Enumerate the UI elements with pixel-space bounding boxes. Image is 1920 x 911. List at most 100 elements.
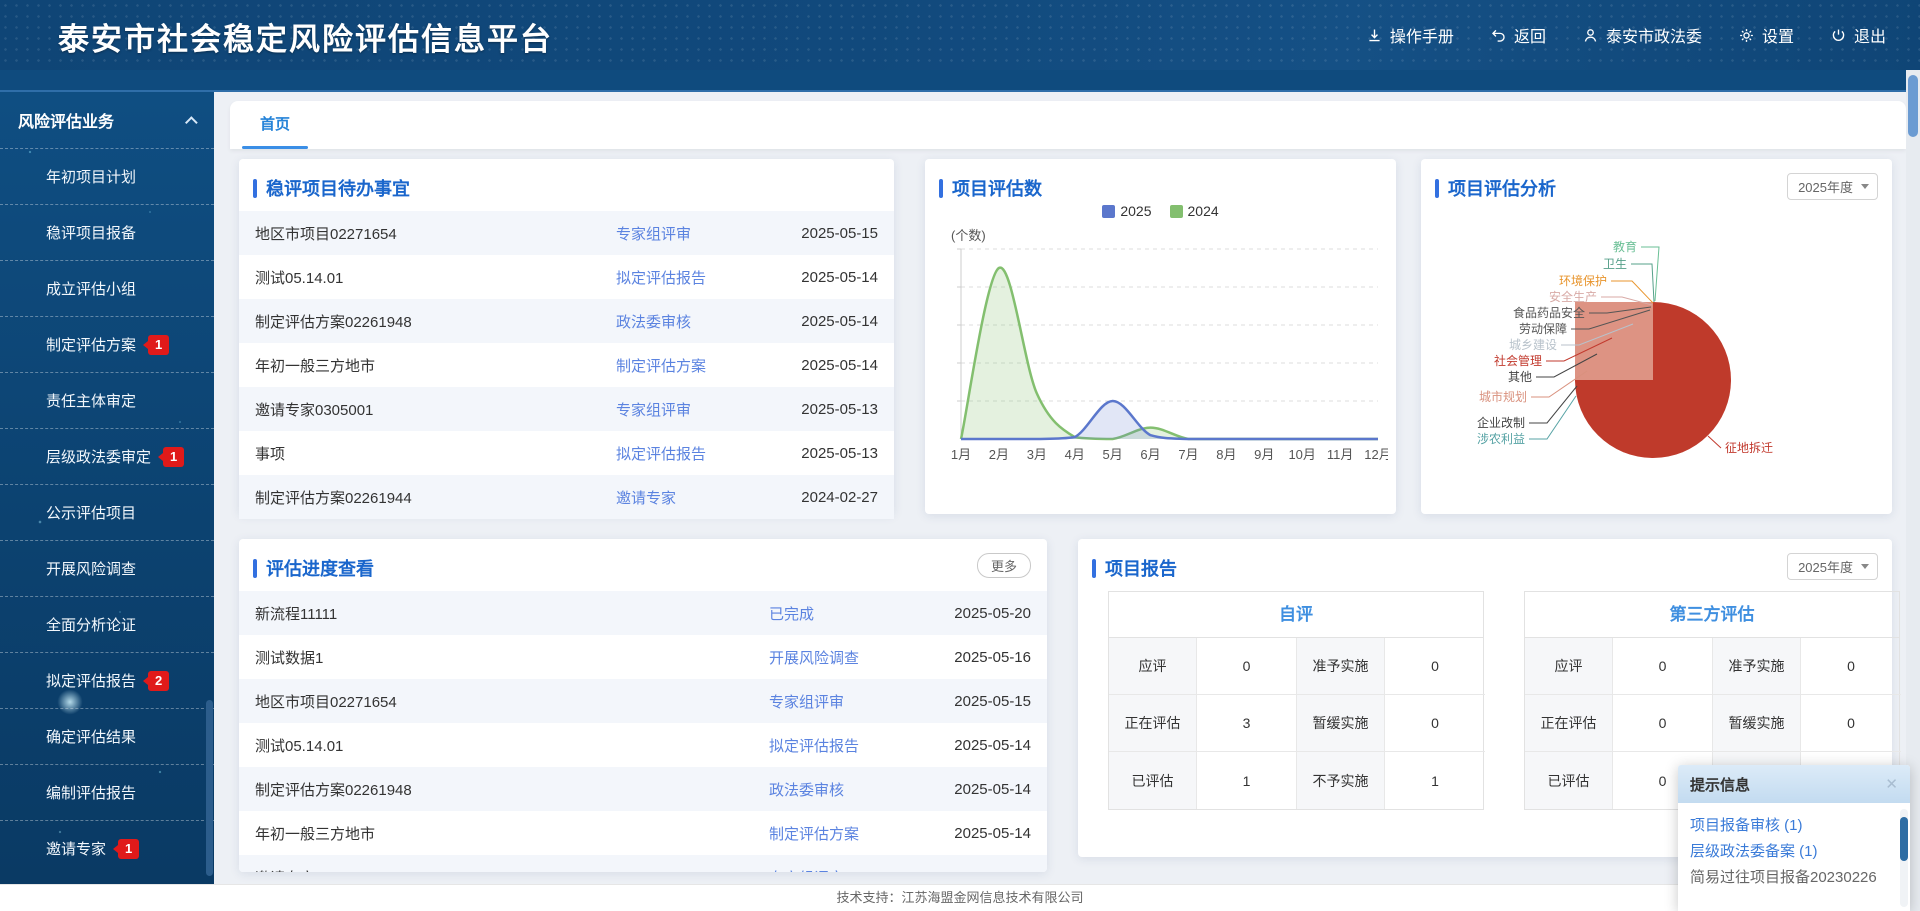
stat-value: 0 <box>1613 638 1713 695</box>
year-select[interactable]: 2025年度 <box>1787 553 1878 580</box>
todo-list: 地区市项目02271654专家组评审2025-05-15测试05.14.01拟定… <box>239 209 894 519</box>
menu-account[interactable]: 泰安市政法委 <box>1582 23 1702 47</box>
status-action-link[interactable]: 专家组评审 <box>769 691 927 712</box>
sidebar-item-2[interactable]: 稳评项目报备 <box>0 204 214 260</box>
menu-logout-label: 退出 <box>1854 23 1886 47</box>
pie-label: 社会管理 <box>1494 353 1542 368</box>
stat-label: 不予实施 <box>1297 752 1385 809</box>
status-action-link[interactable]: 已完成 <box>769 603 927 624</box>
sidebar-item-label: 编制评估报告 <box>46 782 136 803</box>
legend-item-2025[interactable]: 2025 <box>1102 203 1151 219</box>
date: 2025-05-16 <box>927 649 1031 666</box>
date: 2025-05-14 <box>927 737 1031 754</box>
report-table-grid: 应评0准予实施0正在评估3暂缓实施0已评估1不予实施1 <box>1109 638 1483 809</box>
project-name: 邀请专家0305001 <box>255 867 769 873</box>
status-action-link[interactable]: 政法委审核 <box>616 311 774 332</box>
menu-logout[interactable]: 退出 <box>1830 23 1886 47</box>
title-accent-bar <box>253 559 257 578</box>
list-item: 事项拟定评估报告2025-05-13 <box>239 431 894 475</box>
sidebar-item-7[interactable]: 公示评估项目 <box>0 484 214 540</box>
stat-label: 准予实施 <box>1297 638 1385 695</box>
date: 2025-05-13 <box>774 445 878 462</box>
card-header: 项目评估数 <box>925 159 1396 209</box>
stat-label: 暂缓实施 <box>1713 695 1801 752</box>
sidebar-item-label: 稳评项目报备 <box>46 222 136 243</box>
status-action-link[interactable]: 制定评估方案 <box>616 355 774 376</box>
pie-label: 环境保护 <box>1559 273 1607 288</box>
sidebar-group-risk-assessment[interactable]: 风险评估业务 <box>0 92 214 148</box>
list-item: 地区市项目02271654专家组评审2025-05-15 <box>239 679 1047 723</box>
sidebar-item-label: 制定评估方案 <box>46 334 136 355</box>
sidebar-item-label: 拟定评估报告 <box>46 670 136 691</box>
menu-back-label: 返回 <box>1514 23 1546 47</box>
status-action-link[interactable]: 政法委审核 <box>769 779 927 800</box>
notice-link[interactable]: 项目报备审核 (1) <box>1690 813 1898 839</box>
card-title: 项目评估数 <box>952 175 1042 201</box>
menu-settings-label: 设置 <box>1762 23 1794 47</box>
sidebar-item-3[interactable]: 成立评估小组 <box>0 260 214 316</box>
stat-value: 0 <box>1385 638 1485 695</box>
status-action-link[interactable]: 拟定评估报告 <box>769 735 927 756</box>
card-pending-matters: 稳评项目待办事宜 地区市项目02271654专家组评审2025-05-15测试0… <box>239 159 894 514</box>
status-action-link[interactable]: 邀请专家 <box>616 487 774 508</box>
x-axis-label: 3月 <box>1027 447 1047 462</box>
sidebar-item-9[interactable]: 全面分析论证 <box>0 596 214 652</box>
stat-label: 已评估 <box>1109 752 1197 809</box>
date: 2025-05-14 <box>927 825 1031 842</box>
menu-settings[interactable]: 设置 <box>1738 23 1794 47</box>
sidebar-item-10[interactable]: 拟定评估报告 2 <box>0 652 214 708</box>
status-action-link[interactable]: 制定评估方案 <box>769 823 927 844</box>
notice-link[interactable]: 层级政法委备案 (1) <box>1690 839 1898 865</box>
more-button[interactable]: 更多 <box>977 553 1031 578</box>
report-table-title: 第三方评估 <box>1525 592 1899 638</box>
menu-back[interactable]: 返回 <box>1490 23 1546 47</box>
date: 2025-05-13 <box>927 869 1031 873</box>
menu-manual[interactable]: 操作手册 <box>1366 23 1454 47</box>
notice-popup-header: 提示信息 ✕ <box>1678 765 1910 803</box>
list-item: 制定评估方案02261944邀请专家2024-02-27 <box>239 475 894 519</box>
card-header: 项目报告 <box>1078 539 1892 589</box>
status-action-link[interactable]: 专家组评审 <box>616 399 774 420</box>
year-select[interactable]: 2025年度 <box>1787 173 1878 200</box>
list-item: 测试05.14.01拟定评估报告2025-05-14 <box>239 723 1047 767</box>
app-header: 泰安市社会稳定风险评估信息平台 操作手册 返回 泰安市政法委 设置 退出 <box>0 0 1920 70</box>
legend-label: 2024 <box>1188 203 1219 219</box>
notice-popup-title: 提示信息 <box>1690 774 1750 795</box>
date: 2025-05-14 <box>774 357 878 374</box>
status-action-link[interactable]: 拟定评估报告 <box>616 443 774 464</box>
popup-scrollbar-thumb[interactable] <box>1900 817 1908 861</box>
notification-badge: 2 <box>148 671 169 691</box>
pie-label: 企业改制 <box>1477 415 1525 430</box>
pie-label: 其他 <box>1508 370 1532 384</box>
sidebar-item-5[interactable]: 责任主体审定 <box>0 372 214 428</box>
sidebar-item-8[interactable]: 开展风险调查 <box>0 540 214 596</box>
sidebar-scrollbar[interactable] <box>206 700 213 876</box>
pie-label: 劳动保障 <box>1519 321 1567 336</box>
date: 2025-05-20 <box>927 605 1031 622</box>
pie-chart-svg: 教育卫生环境保护安全生产食品药品安全劳动保障城乡建设社会管理其他城市规划企业改制… <box>1431 205 1881 505</box>
stat-value: 0 <box>1801 695 1901 752</box>
sidebar-item-4[interactable]: 制定评估方案1 <box>0 316 214 372</box>
page-scrollbar-thumb[interactable] <box>1908 75 1918 137</box>
close-icon[interactable]: ✕ <box>1885 775 1898 793</box>
stat-value: 0 <box>1613 695 1713 752</box>
popup-scrollbar[interactable] <box>1900 809 1908 907</box>
date: 2025-05-14 <box>774 313 878 330</box>
sidebar-item-1[interactable]: 年初项目计划 <box>0 148 214 204</box>
status-action-link[interactable]: 开展风险调查 <box>769 647 927 668</box>
date: 2024-02-27 <box>774 489 878 506</box>
status-action-link[interactable]: 专家组评审 <box>616 223 774 244</box>
tab-home[interactable]: 首页 <box>246 101 304 149</box>
sidebar-item-label: 责任主体审定 <box>46 390 136 411</box>
sidebar-item-12[interactable]: 编制评估报告 <box>0 764 214 820</box>
date: 2025-05-15 <box>774 225 878 242</box>
sidebar-item-13[interactable]: 邀请专家1 <box>0 820 214 876</box>
sidebar-item-6[interactable]: 层级政法委审定1 <box>0 428 214 484</box>
status-action-link[interactable]: 专家组评审 <box>769 867 927 873</box>
sidebar-item-11[interactable]: 确定评估结果 <box>0 708 214 764</box>
status-action-link[interactable]: 拟定评估报告 <box>616 267 774 288</box>
card-evaluation-count: 项目评估数 20252024 (个数) 1月2月3月4月5月6月7月8月9月10… <box>925 159 1396 514</box>
sidebar-items: 年初项目计划稳评项目报备成立评估小组制定评估方案1 责任主体审定层级政法委审定1公… <box>0 148 214 876</box>
x-axis-label: 1月 <box>951 447 971 462</box>
legend-item-2024[interactable]: 2024 <box>1170 203 1219 219</box>
